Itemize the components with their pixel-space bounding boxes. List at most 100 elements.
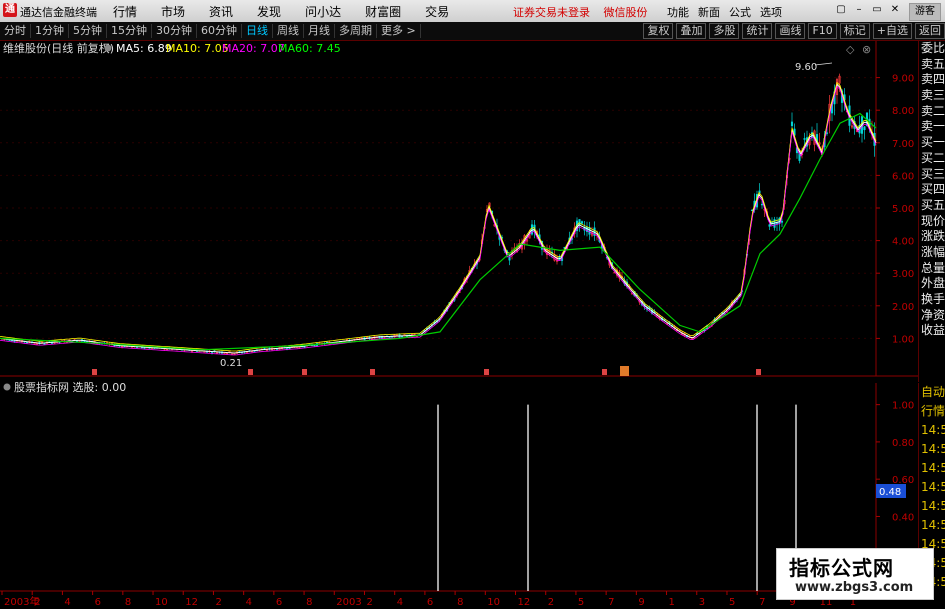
x-tick-label: 3 bbox=[699, 597, 705, 608]
restore-icon[interactable]: ▢ bbox=[834, 3, 848, 17]
side-item-weibi[interactable]: 委比 bbox=[919, 41, 945, 57]
side-item-sell5[interactable]: 卖五 bbox=[919, 57, 945, 73]
side-item-sell4[interactable]: 卖四 bbox=[919, 72, 945, 88]
candle-body bbox=[530, 224, 534, 235]
draw-line-button[interactable]: 画线 bbox=[775, 23, 806, 39]
menu-formula[interactable]: 公式 bbox=[729, 4, 751, 20]
event-marker[interactable] bbox=[302, 369, 307, 375]
tab-intraday[interactable]: 分时 bbox=[0, 24, 31, 38]
side-item-net-assets[interactable]: 净资 bbox=[919, 308, 945, 324]
menu-market[interactable]: 市场 bbox=[161, 3, 185, 20]
side-item-outer[interactable]: 外盘 bbox=[919, 276, 945, 292]
sub-chart-title: 股票指标网 选股: 0.00 bbox=[14, 380, 126, 394]
overlay-button[interactable]: 叠加 bbox=[676, 23, 707, 39]
tab-15min[interactable]: 15分钟 bbox=[107, 24, 152, 38]
app-title: 通达信金融终端 bbox=[20, 6, 97, 19]
x-tick-label: 6 bbox=[427, 597, 433, 608]
tab-1min[interactable]: 1分钟 bbox=[31, 24, 69, 38]
wechat-link[interactable]: 微信股份 bbox=[604, 6, 648, 19]
event-marker[interactable] bbox=[370, 369, 375, 375]
tab-daily[interactable]: 日线 bbox=[242, 24, 273, 38]
title-bar: 通 通达信金融终端 行情 市场 资讯 发现 问小达 财富圈 交易 证券交易未登录… bbox=[0, 0, 945, 22]
close-icon[interactable]: ✕ bbox=[888, 3, 902, 17]
side-item-buy2[interactable]: 买二 bbox=[919, 151, 945, 167]
sub-tick-label: 0.40 bbox=[892, 512, 914, 523]
menu-news[interactable]: 资讯 bbox=[209, 3, 233, 20]
side-item-buy5[interactable]: 买五 bbox=[919, 198, 945, 214]
y-tick-label: 8.00 bbox=[892, 106, 914, 117]
event-marker[interactable] bbox=[602, 369, 607, 375]
candle-body bbox=[580, 221, 584, 224]
x-tick-label: 10 bbox=[155, 597, 168, 608]
x-tick-label: 8 bbox=[306, 597, 312, 608]
menu-wealth[interactable]: 财富圈 bbox=[365, 3, 401, 20]
tab-30min[interactable]: 30分钟 bbox=[152, 24, 197, 38]
menu-new-page[interactable]: 新面 bbox=[698, 4, 720, 20]
watermark-title: 指标公式网 bbox=[789, 556, 894, 580]
statistics-button[interactable]: 统计 bbox=[742, 23, 773, 39]
login-status[interactable]: 证券交易未登录 bbox=[513, 6, 590, 19]
side-item-change[interactable]: 涨跌 bbox=[919, 229, 945, 245]
menu-discover[interactable]: 发现 bbox=[257, 3, 281, 20]
back-button[interactable]: 返回 bbox=[915, 23, 945, 39]
tab-60min[interactable]: 60分钟 bbox=[197, 24, 242, 38]
add-watchlist-button[interactable]: +自选 bbox=[872, 23, 912, 39]
sub-settings-icon[interactable] bbox=[3, 383, 11, 391]
side-item-sell1[interactable]: 卖一 bbox=[919, 119, 945, 135]
collapse-icon[interactable]: ⊗ bbox=[862, 43, 871, 56]
menu-ask[interactable]: 问小达 bbox=[305, 3, 341, 20]
side-item-change-pct[interactable]: 涨幅 bbox=[919, 245, 945, 261]
side-item-earnings[interactable]: 收益 bbox=[919, 323, 945, 339]
kline-chart[interactable]: 维维股份(日线 前复权) MA5: 6.89 MA10: 7.05 MA20: … bbox=[0, 41, 918, 609]
tick-item-time: 14:5 bbox=[921, 499, 945, 513]
y-tick-label: 6.00 bbox=[892, 171, 914, 182]
tab-more[interactable]: 更多 > bbox=[377, 24, 421, 38]
event-marker[interactable] bbox=[756, 369, 761, 375]
x-tick-label: 4 bbox=[246, 597, 252, 608]
event-marker[interactable] bbox=[248, 369, 253, 375]
tab-5min[interactable]: 5分钟 bbox=[69, 24, 107, 38]
settings-dot-icon[interactable] bbox=[104, 44, 112, 52]
tab-weekly[interactable]: 周线 bbox=[273, 24, 304, 38]
menu-trade[interactable]: 交易 bbox=[425, 3, 449, 20]
candle-body bbox=[863, 126, 866, 131]
side-item-buy1[interactable]: 买一 bbox=[919, 135, 945, 151]
side-item-volume[interactable]: 总量 bbox=[919, 261, 945, 277]
adjust-button[interactable]: 复权 bbox=[643, 23, 674, 39]
candle-body bbox=[143, 347, 146, 349]
event-marker[interactable] bbox=[484, 369, 489, 375]
x-tick-label: 2 bbox=[215, 597, 221, 608]
event-marker-highlight[interactable] bbox=[620, 366, 629, 376]
right-menu: 功能 新面 公式 选项 bbox=[667, 4, 791, 20]
tick-item-auto[interactable]: 自动 bbox=[919, 383, 945, 402]
tab-monthly[interactable]: 月线 bbox=[304, 24, 335, 38]
event-marker[interactable] bbox=[92, 369, 97, 375]
mark-button[interactable]: 标记 bbox=[839, 23, 870, 39]
quote-side-panel: 委比 卖五 卖四 卖三 卖二 卖一 买一 买二 买三 买四 买五 现价 涨跌 涨… bbox=[918, 41, 945, 382]
tab-multi-period[interactable]: 多周期 bbox=[335, 24, 377, 38]
minimize-icon[interactable]: – bbox=[852, 3, 866, 17]
side-item-sell3[interactable]: 卖三 bbox=[919, 88, 945, 104]
menu-functions[interactable]: 功能 bbox=[667, 4, 689, 20]
guest-button[interactable]: 游客 bbox=[909, 3, 941, 21]
multi-stock-button[interactable]: 多股 bbox=[709, 23, 740, 39]
menu-quotes[interactable]: 行情 bbox=[113, 3, 137, 20]
sub-tick-label: 1.00 bbox=[892, 401, 914, 412]
diamond-icon[interactable]: ◇ bbox=[846, 43, 855, 56]
tick-item-quote[interactable]: 行情 bbox=[919, 402, 945, 421]
side-item-buy3[interactable]: 买三 bbox=[919, 167, 945, 183]
candle-body bbox=[790, 121, 794, 127]
x-tick-label: 12 bbox=[185, 597, 198, 608]
menu-options[interactable]: 选项 bbox=[760, 4, 782, 20]
maximize-icon[interactable]: ▭ bbox=[870, 3, 884, 17]
ma60-legend: MA60: 7.45 bbox=[278, 42, 341, 55]
x-tick-label: 8 bbox=[457, 597, 463, 608]
side-item-buy4[interactable]: 买四 bbox=[919, 182, 945, 198]
x-tick-label: 5 bbox=[578, 597, 584, 608]
side-item-turnover[interactable]: 换手 bbox=[919, 292, 945, 308]
x-tick-label: 2 bbox=[366, 597, 372, 608]
side-item-price[interactable]: 现价 bbox=[919, 214, 945, 230]
side-item-sell2[interactable]: 卖二 bbox=[919, 104, 945, 120]
x-tick-label: 2003 bbox=[336, 597, 361, 608]
f10-button[interactable]: F10 bbox=[808, 23, 837, 39]
